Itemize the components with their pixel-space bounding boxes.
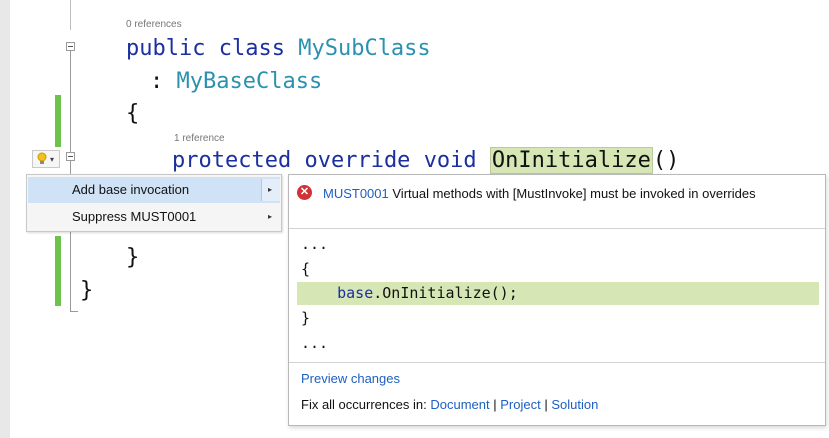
chevron-right-icon: ▸ [267, 185, 272, 194]
diagnostic-id-link[interactable]: MUST0001 [323, 186, 389, 201]
codelens-references-method[interactable]: 1 reference [174, 133, 225, 144]
editor-left-margin [0, 0, 10, 438]
menu-item-label: Add base invocation [72, 182, 190, 197]
code-line-class-close-brace: } [80, 278, 94, 303]
keyword-class: class [218, 36, 285, 61]
lightbulb-button[interactable]: ▾ [32, 150, 60, 168]
fix-all-label: Fix all occurrences in: [301, 397, 427, 412]
base-class-name: MyBaseClass [176, 69, 323, 94]
diagnostic-text: Virtual methods with [MustInvoke] must b… [392, 186, 756, 201]
separator: | [544, 397, 548, 412]
change-indicator-bar [55, 236, 61, 306]
keyword-void: void [423, 148, 477, 173]
code-line-method-declaration: protected override void OnInitialize() [172, 147, 680, 174]
colon: : [150, 69, 164, 94]
chevron-down-icon: ▾ [50, 155, 55, 164]
lightbulb-icon [37, 152, 47, 169]
outline-guide-end [70, 311, 78, 312]
fix-all-row: Fix all occurrences in: Document | Proje… [301, 397, 598, 412]
code-line-class-declaration: public class MySubClass [126, 36, 431, 61]
preview-panel: ✕ MUST0001 Virtual methods with [MustInv… [288, 174, 826, 426]
collapse-toggle-class[interactable] [66, 42, 75, 51]
diagnostic-message: MUST0001 Virtual methods with [MustInvok… [301, 184, 806, 204]
chevron-right-icon: ▸ [267, 212, 272, 221]
base-keyword: base [337, 284, 374, 302]
code-line-inner-close-brace: } [126, 245, 140, 270]
outline-guide [70, 0, 71, 30]
keyword-override: override [304, 148, 411, 173]
code-line-base-class: : MyBaseClass [150, 69, 322, 94]
codelens-references-class[interactable]: 0 references [126, 19, 182, 30]
menu-item-suppress[interactable]: Suppress MUST0001 ▸ [28, 204, 280, 230]
code-line-open-brace: { [126, 101, 140, 126]
divider [289, 228, 825, 229]
quick-actions-menu: Add base invocation ▸ Suppress MUST0001 … [26, 174, 282, 232]
menu-item-add-base-invocation[interactable]: Add base invocation ▸ [28, 177, 280, 203]
method-name-highlight[interactable]: OnInitialize [489, 147, 653, 174]
preview-code-line: { [301, 260, 311, 278]
class-name: MySubClass [298, 36, 431, 61]
method-parens: () [652, 148, 680, 173]
separator: | [493, 397, 497, 412]
fix-all-solution-link[interactable]: Solution [551, 397, 598, 412]
change-indicator-bar [55, 95, 61, 147]
fix-all-document-link[interactable]: Document [430, 397, 489, 412]
keyword-protected: protected [172, 148, 292, 173]
collapse-toggle-method[interactable] [66, 152, 75, 161]
preview-code-line: ... [301, 334, 329, 352]
preview-code-line: } [301, 309, 311, 327]
preview-code-line: ... [301, 235, 329, 253]
preview-changes-link[interactable]: Preview changes [301, 371, 400, 386]
divider [289, 362, 825, 363]
menu-item-label: Suppress MUST0001 [72, 209, 197, 224]
preview-code-added-line: base.OnInitialize(); [337, 284, 518, 302]
fix-all-project-link[interactable]: Project [500, 397, 540, 412]
keyword-public: public [126, 36, 206, 61]
